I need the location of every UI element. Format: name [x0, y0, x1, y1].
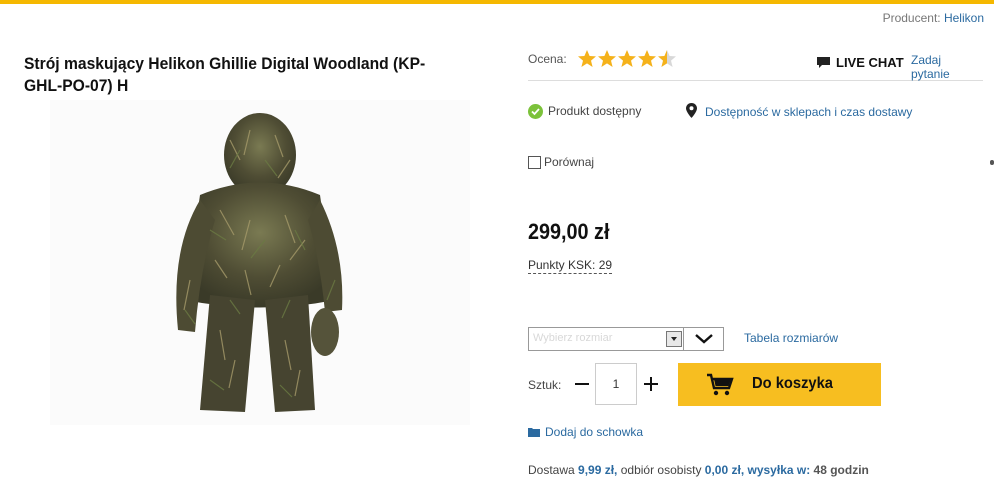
add-to-wishlist-link[interactable]: Dodaj do schowka [528, 425, 643, 439]
check-circle-icon [528, 104, 543, 120]
chevron-down-icon[interactable] [693, 332, 715, 346]
delivery-info: Dostawa 9,99 zł, odbiór osobisty 0,00 zł… [528, 463, 869, 477]
shipping-label: wysyłka w: [747, 463, 811, 477]
folder-icon [528, 428, 540, 437]
rating-label: Ocena: [528, 52, 567, 66]
add-to-cart-label: Do koszyka [752, 375, 834, 392]
availability-status: Produkt dostępny [528, 104, 642, 120]
availability-text: Produkt dostępny [548, 104, 642, 118]
quantity-label: Sztuk: [528, 378, 562, 392]
compare-label: Porównaj [544, 155, 595, 169]
product-image[interactable] [50, 100, 470, 425]
store-link-text: Dostępność w sklepach i czas dostawy [705, 105, 913, 119]
cart-icon [707, 373, 734, 396]
store-availability-link[interactable]: Dostępność w sklepach i czas dostawy [686, 103, 912, 119]
minus-icon[interactable] [573, 373, 591, 395]
ask-question-link[interactable]: Zadaj pytanie [911, 53, 983, 81]
product-price: 299,00 zł [528, 219, 610, 244]
compare-checkbox[interactable]: Porównaj [528, 155, 595, 170]
map-pin-icon [686, 103, 697, 118]
size-select[interactable]: Wybierz rozmiar [528, 327, 724, 351]
add-to-cart-button[interactable]: Do koszyka [678, 363, 881, 406]
pickup-label: odbiór osobisty [620, 463, 702, 477]
product-title: Strój maskujący Helikon Ghillie Digital … [24, 54, 426, 95]
loyalty-points[interactable]: Punkty KSK: 29 [528, 258, 613, 274]
checkbox-icon[interactable] [528, 156, 541, 170]
producer-info: Producent: Helikon [883, 11, 984, 25]
rating-stars-icon[interactable] [577, 49, 677, 69]
scroll-indicator [990, 160, 994, 165]
select-divider [683, 328, 684, 350]
live-chat-label: LIVE CHAT [836, 55, 904, 70]
producer-label: Producent: [882, 11, 941, 25]
size-placeholder: Wybierz rozmiar [533, 332, 613, 344]
top-accent-bar [0, 0, 994, 4]
shipping-time: 48 godzin [813, 463, 869, 477]
producer-link[interactable]: Helikon [944, 11, 984, 25]
ghillie-suit-image [176, 113, 343, 412]
live-chat-button[interactable]: LIVE CHAT [816, 55, 904, 70]
size-table-link[interactable]: Tabela rozmiarów [744, 331, 838, 345]
delivery-cost: 9,99 zł, [578, 463, 618, 477]
quantity-input[interactable]: 1 [595, 363, 637, 405]
plus-icon[interactable] [642, 373, 660, 395]
pickup-cost: 0,00 zł, [704, 463, 745, 477]
dropdown-arrow-icon[interactable] [666, 331, 682, 347]
rating-row: Ocena: LIVE CHAT Zadaj pytanie [528, 44, 983, 81]
delivery-label: Dostawa [528, 463, 575, 477]
chat-bubble-icon [817, 57, 830, 68]
wishlist-label: Dodaj do schowka [545, 425, 644, 439]
